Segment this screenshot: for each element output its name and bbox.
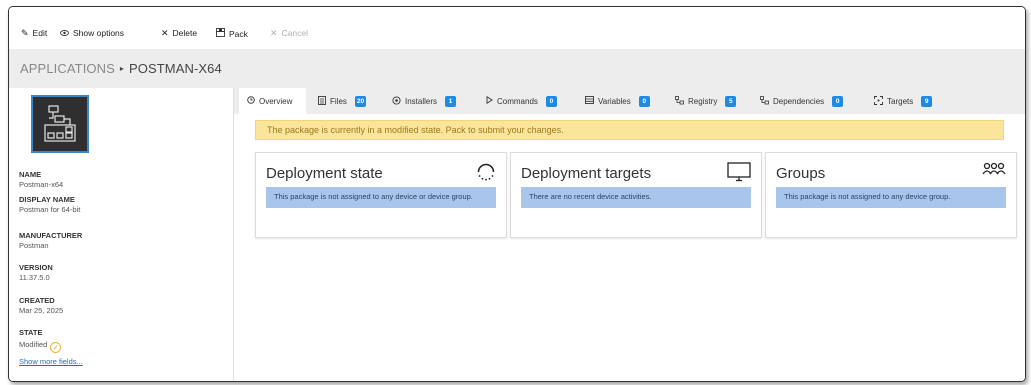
installers-count-badge: 1 — [445, 95, 457, 107]
targets-icon — [874, 95, 883, 107]
tab-bar: Overview Files 20 Installers 1 Commands … — [234, 88, 1025, 114]
modified-state-notice: The package is currently in a modified s… — [255, 120, 1004, 140]
play-icon — [486, 95, 493, 106]
toolbar: ✎ Edit Show options ✕ Delete Pack ✕ Canc… — [9, 7, 1025, 49]
created-value: Mar 25, 2025 — [19, 306, 64, 315]
variables-count-badge: 0 — [638, 95, 650, 107]
version-value: 11.37.5.0 — [19, 273, 50, 282]
variables-icon — [585, 96, 594, 106]
card-title: Groups — [776, 165, 826, 182]
dependencies-count-badge: 0 — [832, 95, 844, 107]
package-icon — [216, 28, 225, 39]
breadcrumb-current: POSTMAN-X64 — [129, 61, 222, 76]
group-icon — [982, 162, 1006, 178]
edit-button[interactable]: ✎ Edit — [21, 28, 47, 38]
tab-overview[interactable]: Overview — [239, 88, 306, 114]
card-message: This package is not assigned to any devi… — [266, 187, 496, 208]
close-icon: ✕ — [161, 27, 169, 38]
registry-icon — [675, 95, 684, 107]
close-icon: ✕ — [270, 27, 278, 38]
card-title: Deployment state — [266, 165, 383, 182]
cancel-button[interactable]: ✕ Cancel — [270, 28, 308, 38]
state-label: STATE — [19, 328, 43, 337]
manufacturer-label: MANUFACTURER — [19, 231, 83, 240]
targets-count-badge: 9 — [921, 95, 933, 107]
details-panel: NAME Postman-x64 DISPLAY NAME Postman fo… — [9, 88, 234, 381]
installer-icon — [392, 95, 401, 107]
display-name-value: Postman for 64-bit — [19, 205, 81, 214]
registry-count-badge: 5 — [725, 95, 737, 107]
delete-button[interactable]: ✕ Delete — [161, 28, 197, 38]
package-icon — [31, 95, 89, 153]
tab-variables[interactable]: Variables 0 — [585, 88, 650, 114]
breadcrumb-separator-icon: ▸ — [119, 64, 124, 73]
groups-card: Groups This package is not assigned to a… — [765, 152, 1017, 238]
loading-spinner-icon — [476, 162, 496, 184]
show-more-fields-link[interactable]: Show more fields... — [19, 357, 83, 366]
commands-count-badge: 0 — [545, 95, 557, 107]
file-icon — [318, 95, 326, 107]
monitor-icon — [727, 162, 751, 184]
name-value: Postman-x64 — [19, 180, 64, 189]
show-options-button[interactable]: Show options — [60, 28, 124, 38]
tab-installers[interactable]: Installers 1 — [392, 88, 457, 114]
main-panel: Overview Files 20 Installers 1 Commands … — [234, 88, 1025, 381]
card-message: This package is not assigned to any devi… — [776, 187, 1006, 208]
files-count-badge: 20 — [354, 95, 367, 107]
tab-files[interactable]: Files 20 — [318, 88, 367, 114]
deployment-state-card: Deployment state This package is not ass… — [255, 152, 507, 238]
app-window: ✎ Edit Show options ✕ Delete Pack ✕ Canc… — [8, 6, 1026, 382]
eye-icon — [60, 29, 69, 38]
state-value-row: Modified ✓ — [19, 340, 62, 353]
pack-button[interactable]: Pack — [216, 28, 248, 39]
overview-content: The package is currently in a modified s… — [234, 114, 1025, 381]
state-value: Modified — [19, 340, 48, 349]
card-title: Deployment targets — [521, 165, 652, 182]
tab-targets[interactable]: Targets 9 — [874, 88, 933, 114]
pencil-icon: ✎ — [21, 27, 29, 38]
created-label: CREATED — [19, 296, 55, 305]
check-circle-icon: ✓ — [50, 342, 62, 353]
clock-icon — [247, 96, 255, 106]
display-name-label: DISPLAY NAME — [19, 195, 75, 204]
version-label: VERSION — [19, 263, 53, 272]
card-message: There are no recent device activities. — [521, 187, 751, 208]
tab-commands[interactable]: Commands 0 — [486, 88, 557, 114]
breadcrumb: APPLICATIONS ▸ POSTMAN-X64 — [20, 61, 222, 76]
tab-registry[interactable]: Registry 5 — [675, 88, 737, 114]
manufacturer-value: Postman — [19, 241, 49, 250]
breadcrumb-root[interactable]: APPLICATIONS — [20, 61, 115, 76]
name-label: NAME — [19, 170, 42, 179]
tab-dependencies[interactable]: Dependencies 0 — [760, 88, 844, 114]
deployment-targets-card: Deployment targets There are no recent d… — [510, 152, 762, 238]
dependencies-icon — [760, 95, 769, 107]
